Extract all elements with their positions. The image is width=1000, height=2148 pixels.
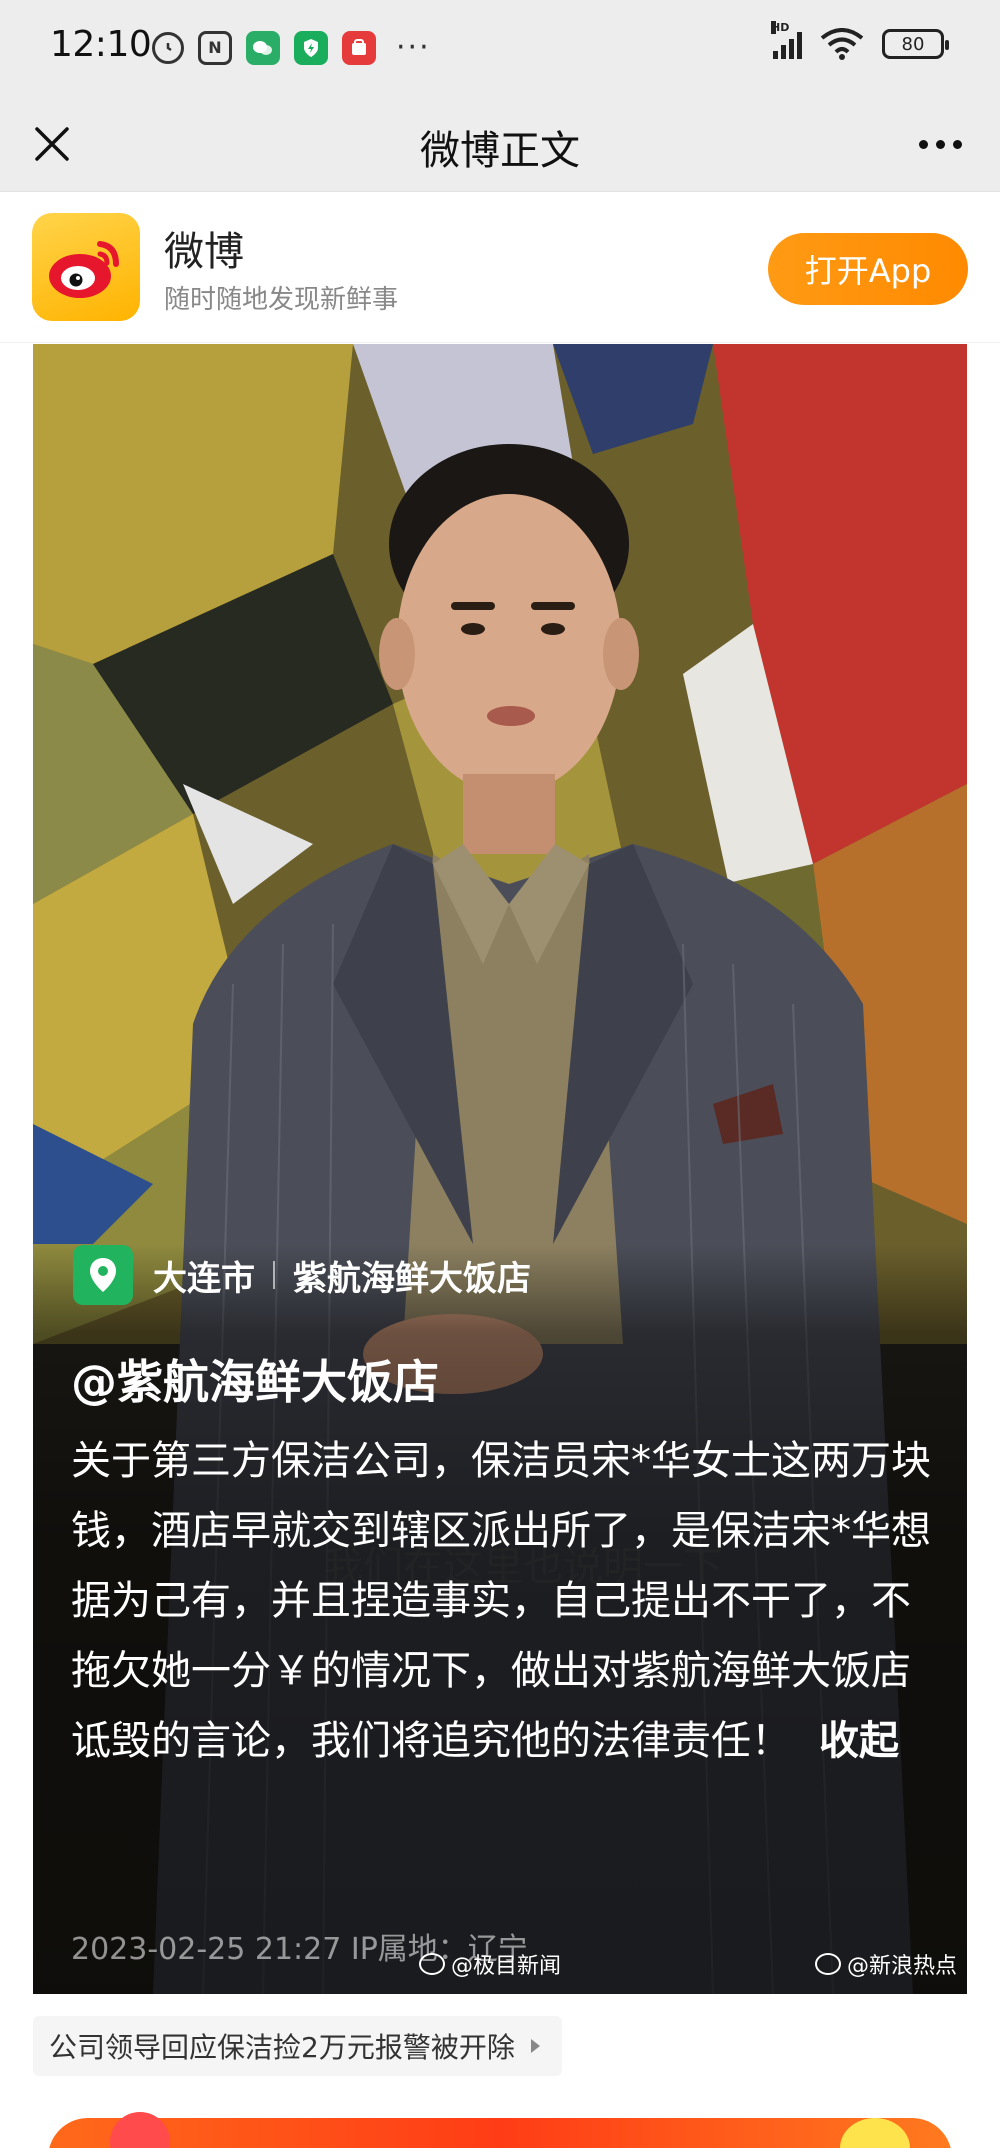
watermark-text: @极目新闻 <box>451 1954 562 1979</box>
watermark-sina: @新浪热点 <box>814 1948 957 1980</box>
network-type-label: HD <box>771 21 790 34</box>
alarm-icon <box>152 31 184 64</box>
weibo-logo-icon <box>32 213 140 321</box>
topic-label: 公司领导回应保洁捡2万元报警被开除 <box>49 2031 515 2064</box>
app-download-banner: 微博 随时随地发现新鲜事 打开App <box>0 193 1000 343</box>
post-author[interactable]: @紫航海鲜大饭店 <box>71 1346 439 1412</box>
weibo-watermark-icon <box>419 1953 445 1975</box>
system-status: HD 80 <box>771 21 949 60</box>
more-options-button[interactable] <box>910 116 970 172</box>
chevron-right-icon <box>530 2039 540 2053</box>
more-dot-icon <box>918 139 928 149</box>
weibo-watermark-icon <box>814 1953 841 1975</box>
location-divider <box>273 1261 275 1289</box>
status-time: 12:10 <box>50 24 152 65</box>
open-app-button[interactable]: 打开App <box>768 233 968 305</box>
battery-icon: 80 <box>882 29 949 59</box>
location-city: 大连市 <box>153 1258 255 1299</box>
post-body: 关于第三方保洁公司，保洁员宋*华女士这两万块钱，酒店早就交到辖区派出所了，是保洁… <box>71 1426 931 1776</box>
nav-bar: 微博正文 <box>0 96 1000 192</box>
more-dot-icon <box>952 139 962 149</box>
watermark-jimu: @极目新闻 <box>419 1948 561 1980</box>
app-name: 微博 <box>164 229 244 275</box>
watermark-text: @新浪热点 <box>846 1954 957 1979</box>
bottom-promo-bar[interactable] <box>48 2118 952 2148</box>
more-notifications-icon: ··· <box>396 30 431 65</box>
status-bar: 12:10 N ··· HD 80 <box>0 0 1000 96</box>
cellular-signal-icon: HD <box>771 21 802 59</box>
shopping-app-icon <box>342 30 376 65</box>
security-shield-icon <box>294 30 328 65</box>
nfc-icon: N <box>198 30 232 65</box>
wechat-icon <box>246 30 280 65</box>
app-slogan: 随时随地发现新鲜事 <box>164 285 399 315</box>
notification-icons: N ··· <box>152 30 431 65</box>
collapse-button[interactable]: 收起 <box>819 1718 899 1764</box>
location-pin-icon <box>73 1245 133 1305</box>
wifi-icon <box>820 28 864 60</box>
location-venue: 紫航海鲜大饭店 <box>293 1258 531 1299</box>
page-title: 微博正文 <box>420 128 580 174</box>
post-body-text: 关于第三方保洁公司，保洁员宋*华女士这两万块钱，酒店早就交到辖区派出所了，是保洁… <box>71 1438 931 1764</box>
post-image[interactable]: 大连市 紫航海鲜大饭店 我们在这里也说明一下 @紫航海鲜大饭店 关于第三方保洁公… <box>33 344 967 1994</box>
location-tag[interactable]: 大连市 紫航海鲜大饭店 <box>73 1242 531 1308</box>
related-topic-link[interactable]: 公司领导回应保洁捡2万元报警被开除 <box>33 2016 562 2076</box>
more-dot-icon <box>935 139 945 149</box>
